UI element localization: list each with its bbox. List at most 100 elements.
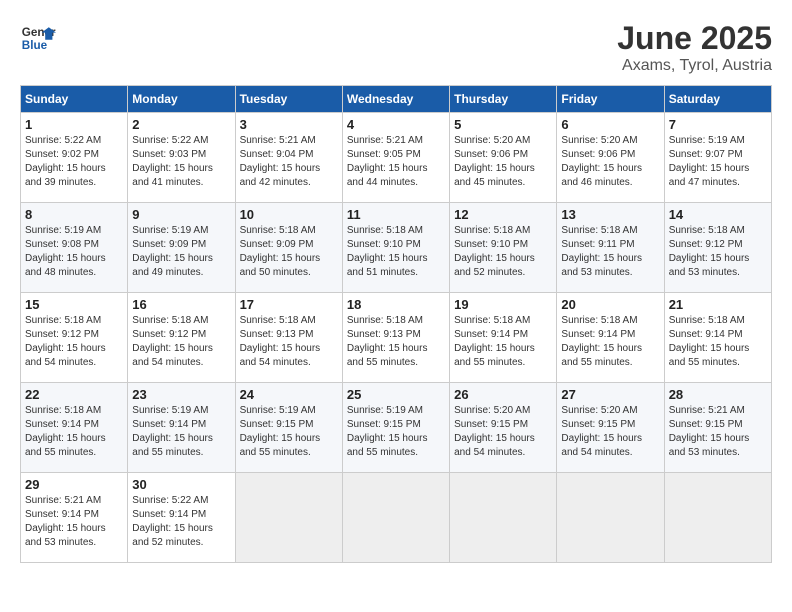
day-number: 3 — [240, 117, 338, 132]
day-number: 2 — [132, 117, 230, 132]
header-saturday: Saturday — [664, 86, 771, 113]
day-info: Sunrise: 5:20 AM Sunset: 9:15 PM Dayligh… — [561, 404, 659, 460]
day-info: Sunrise: 5:22 AM Sunset: 9:14 PM Dayligh… — [132, 494, 230, 550]
day-info: Sunrise: 5:18 AM Sunset: 9:09 PM Dayligh… — [240, 224, 338, 280]
day-number: 28 — [669, 387, 767, 402]
header-sunday: Sunday — [21, 86, 128, 113]
calendar-cell: 5 Sunrise: 5:20 AM Sunset: 9:06 PM Dayli… — [450, 113, 557, 203]
day-number: 26 — [454, 387, 552, 402]
header-tuesday: Tuesday — [235, 86, 342, 113]
calendar-cell: 25 Sunrise: 5:19 AM Sunset: 9:15 PM Dayl… — [342, 383, 449, 473]
day-info: Sunrise: 5:18 AM Sunset: 9:10 PM Dayligh… — [454, 224, 552, 280]
day-number: 7 — [669, 117, 767, 132]
calendar-cell — [450, 473, 557, 563]
day-number: 4 — [347, 117, 445, 132]
header-thursday: Thursday — [450, 86, 557, 113]
day-info: Sunrise: 5:18 AM Sunset: 9:14 PM Dayligh… — [561, 314, 659, 370]
day-number: 30 — [132, 477, 230, 492]
day-info: Sunrise: 5:18 AM Sunset: 9:12 PM Dayligh… — [25, 314, 123, 370]
calendar-week-2: 8 Sunrise: 5:19 AM Sunset: 9:08 PM Dayli… — [21, 203, 772, 293]
day-info: Sunrise: 5:19 AM Sunset: 9:07 PM Dayligh… — [669, 134, 767, 190]
calendar-cell: 17 Sunrise: 5:18 AM Sunset: 9:13 PM Dayl… — [235, 293, 342, 383]
day-number: 17 — [240, 297, 338, 312]
day-info: Sunrise: 5:19 AM Sunset: 9:09 PM Dayligh… — [132, 224, 230, 280]
calendar-cell: 21 Sunrise: 5:18 AM Sunset: 9:14 PM Dayl… — [664, 293, 771, 383]
day-info: Sunrise: 5:18 AM Sunset: 9:12 PM Dayligh… — [669, 224, 767, 280]
calendar-cell — [235, 473, 342, 563]
day-info: Sunrise: 5:21 AM Sunset: 9:14 PM Dayligh… — [25, 494, 123, 550]
calendar-cell: 3 Sunrise: 5:21 AM Sunset: 9:04 PM Dayli… — [235, 113, 342, 203]
calendar-cell: 8 Sunrise: 5:19 AM Sunset: 9:08 PM Dayli… — [21, 203, 128, 293]
calendar-week-3: 15 Sunrise: 5:18 AM Sunset: 9:12 PM Dayl… — [21, 293, 772, 383]
calendar-cell: 20 Sunrise: 5:18 AM Sunset: 9:14 PM Dayl… — [557, 293, 664, 383]
header-monday: Monday — [128, 86, 235, 113]
calendar-cell: 14 Sunrise: 5:18 AM Sunset: 9:12 PM Dayl… — [664, 203, 771, 293]
calendar-cell: 9 Sunrise: 5:19 AM Sunset: 9:09 PM Dayli… — [128, 203, 235, 293]
calendar-cell: 16 Sunrise: 5:18 AM Sunset: 9:12 PM Dayl… — [128, 293, 235, 383]
day-number: 16 — [132, 297, 230, 312]
day-number: 1 — [25, 117, 123, 132]
day-number: 9 — [132, 207, 230, 222]
day-number: 18 — [347, 297, 445, 312]
calendar-cell: 1 Sunrise: 5:22 AM Sunset: 9:02 PM Dayli… — [21, 113, 128, 203]
calendar-cell: 4 Sunrise: 5:21 AM Sunset: 9:05 PM Dayli… — [342, 113, 449, 203]
location-title: Axams, Tyrol, Austria — [617, 57, 772, 75]
calendar-body: 1 Sunrise: 5:22 AM Sunset: 9:02 PM Dayli… — [21, 113, 772, 563]
day-number: 21 — [669, 297, 767, 312]
day-number: 14 — [669, 207, 767, 222]
day-number: 29 — [25, 477, 123, 492]
header-wednesday: Wednesday — [342, 86, 449, 113]
calendar-week-5: 29 Sunrise: 5:21 AM Sunset: 9:14 PM Dayl… — [21, 473, 772, 563]
title-area: June 2025 Axams, Tyrol, Austria — [617, 20, 772, 75]
day-info: Sunrise: 5:18 AM Sunset: 9:14 PM Dayligh… — [454, 314, 552, 370]
calendar-cell: 27 Sunrise: 5:20 AM Sunset: 9:15 PM Dayl… — [557, 383, 664, 473]
calendar-cell: 19 Sunrise: 5:18 AM Sunset: 9:14 PM Dayl… — [450, 293, 557, 383]
day-number: 25 — [347, 387, 445, 402]
calendar-cell: 12 Sunrise: 5:18 AM Sunset: 9:10 PM Dayl… — [450, 203, 557, 293]
day-info: Sunrise: 5:21 AM Sunset: 9:15 PM Dayligh… — [669, 404, 767, 460]
day-number: 11 — [347, 207, 445, 222]
calendar-header-row: SundayMondayTuesdayWednesdayThursdayFrid… — [21, 86, 772, 113]
day-info: Sunrise: 5:22 AM Sunset: 9:02 PM Dayligh… — [25, 134, 123, 190]
day-number: 22 — [25, 387, 123, 402]
day-info: Sunrise: 5:18 AM Sunset: 9:10 PM Dayligh… — [347, 224, 445, 280]
month-title: June 2025 — [617, 20, 772, 57]
day-number: 10 — [240, 207, 338, 222]
calendar-cell — [557, 473, 664, 563]
day-info: Sunrise: 5:20 AM Sunset: 9:15 PM Dayligh… — [454, 404, 552, 460]
calendar-cell: 30 Sunrise: 5:22 AM Sunset: 9:14 PM Dayl… — [128, 473, 235, 563]
day-info: Sunrise: 5:19 AM Sunset: 9:08 PM Dayligh… — [25, 224, 123, 280]
calendar-cell: 13 Sunrise: 5:18 AM Sunset: 9:11 PM Dayl… — [557, 203, 664, 293]
day-info: Sunrise: 5:19 AM Sunset: 9:15 PM Dayligh… — [347, 404, 445, 460]
day-number: 5 — [454, 117, 552, 132]
calendar-cell: 6 Sunrise: 5:20 AM Sunset: 9:06 PM Dayli… — [557, 113, 664, 203]
day-info: Sunrise: 5:21 AM Sunset: 9:04 PM Dayligh… — [240, 134, 338, 190]
day-number: 15 — [25, 297, 123, 312]
calendar-week-4: 22 Sunrise: 5:18 AM Sunset: 9:14 PM Dayl… — [21, 383, 772, 473]
day-info: Sunrise: 5:18 AM Sunset: 9:11 PM Dayligh… — [561, 224, 659, 280]
logo-icon: General Blue — [20, 20, 56, 56]
calendar-cell: 23 Sunrise: 5:19 AM Sunset: 9:14 PM Dayl… — [128, 383, 235, 473]
day-number: 13 — [561, 207, 659, 222]
day-info: Sunrise: 5:22 AM Sunset: 9:03 PM Dayligh… — [132, 134, 230, 190]
day-number: 20 — [561, 297, 659, 312]
day-info: Sunrise: 5:19 AM Sunset: 9:15 PM Dayligh… — [240, 404, 338, 460]
calendar-cell — [342, 473, 449, 563]
day-info: Sunrise: 5:18 AM Sunset: 9:14 PM Dayligh… — [25, 404, 123, 460]
day-info: Sunrise: 5:20 AM Sunset: 9:06 PM Dayligh… — [561, 134, 659, 190]
day-number: 27 — [561, 387, 659, 402]
calendar-cell — [664, 473, 771, 563]
calendar-cell: 26 Sunrise: 5:20 AM Sunset: 9:15 PM Dayl… — [450, 383, 557, 473]
calendar-cell: 10 Sunrise: 5:18 AM Sunset: 9:09 PM Dayl… — [235, 203, 342, 293]
day-info: Sunrise: 5:18 AM Sunset: 9:13 PM Dayligh… — [347, 314, 445, 370]
logo: General Blue — [20, 20, 56, 56]
day-number: 19 — [454, 297, 552, 312]
day-info: Sunrise: 5:21 AM Sunset: 9:05 PM Dayligh… — [347, 134, 445, 190]
header-friday: Friday — [557, 86, 664, 113]
calendar-cell: 24 Sunrise: 5:19 AM Sunset: 9:15 PM Dayl… — [235, 383, 342, 473]
calendar-cell: 11 Sunrise: 5:18 AM Sunset: 9:10 PM Dayl… — [342, 203, 449, 293]
calendar-cell: 7 Sunrise: 5:19 AM Sunset: 9:07 PM Dayli… — [664, 113, 771, 203]
calendar-cell: 15 Sunrise: 5:18 AM Sunset: 9:12 PM Dayl… — [21, 293, 128, 383]
day-number: 23 — [132, 387, 230, 402]
calendar-cell: 22 Sunrise: 5:18 AM Sunset: 9:14 PM Dayl… — [21, 383, 128, 473]
